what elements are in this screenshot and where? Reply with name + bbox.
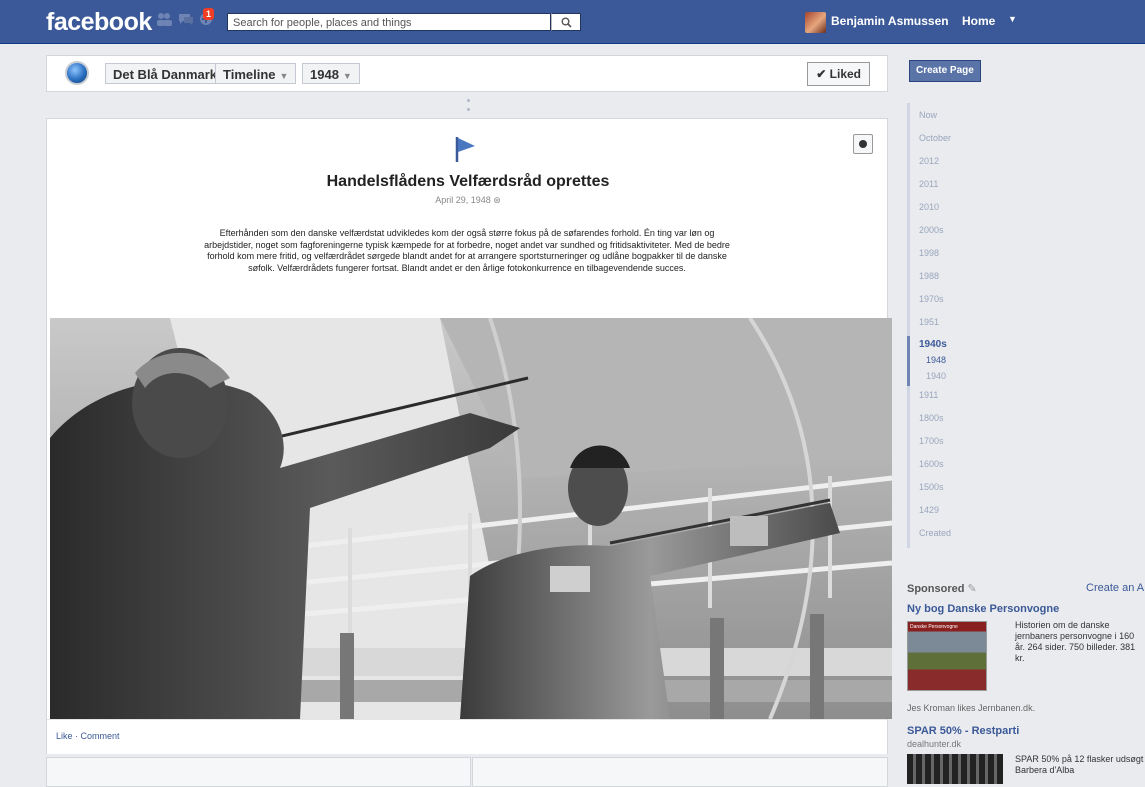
year-nav-item[interactable]: Created	[919, 528, 951, 538]
ad-domain: dealhunter.dk	[907, 739, 962, 749]
messages-icon[interactable]	[176, 12, 196, 30]
story-body: Efterhånden som den danske velfærdstat u…	[204, 228, 730, 273]
ad-image[interactable]: Danske Personvogne	[907, 621, 987, 691]
search-input[interactable]: Search for people, places and things	[227, 13, 551, 31]
create-page-button[interactable]: Create Page	[909, 60, 981, 82]
year-nav-item[interactable]: 1800s	[919, 413, 944, 423]
timeline-dropdown[interactable]: Timeline ▼	[215, 63, 297, 84]
user-name-link[interactable]: Benjamin Asmussen	[831, 14, 949, 28]
story-title: Handelsflådens Velfærdsråd oprettes	[326, 173, 610, 190]
friend-requests-icon[interactable]	[154, 12, 174, 30]
story-options-button[interactable]	[853, 134, 873, 154]
year-nav-item-active[interactable]: 1940s	[919, 339, 947, 350]
year-nav-subitem-current[interactable]: 1948	[926, 355, 946, 365]
search-icon	[561, 17, 572, 28]
chevron-down-icon: ▼	[342, 71, 352, 81]
facebook-logo[interactable]: facebook	[46, 8, 152, 37]
year-nav-item[interactable]: 1911	[919, 390, 938, 400]
chevron-down-icon: ▼	[279, 71, 289, 81]
user-avatar[interactable]	[805, 12, 826, 33]
account-menu-caret-icon[interactable]: ▼	[1008, 14, 1017, 24]
year-nav-item[interactable]: 1429	[919, 505, 939, 515]
home-link[interactable]: Home	[962, 14, 995, 28]
ad-title[interactable]: Ny bog Danske Personvogne	[907, 603, 1059, 615]
year-nav-item[interactable]: 1500s	[919, 482, 944, 492]
top-navigation-bar: facebook 1 Search for people, places and…	[0, 0, 1145, 44]
page-name-button[interactable]: Det Blå Danmark	[105, 63, 226, 84]
year-nav-item[interactable]: 2010	[919, 202, 939, 212]
timeline-spine-dot	[467, 108, 470, 111]
sponsored-heading: Sponsored ✎	[907, 582, 977, 595]
milestone-flag-icon	[455, 137, 475, 162]
year-nav-track	[907, 103, 910, 548]
year-nav-item[interactable]: 1998	[919, 248, 939, 258]
sponsored-label: Sponsored	[907, 583, 965, 595]
story-action-bar: Like · Comment	[47, 719, 887, 754]
year-nav-item[interactable]: 1600s	[919, 459, 944, 469]
like-comment-links[interactable]: Like · Comment	[56, 731, 120, 741]
ad-body: Historien om de danske jernbaners person…	[1015, 620, 1136, 663]
timeline-story: Handelsflådens Velfærdsråd oprettes Apri…	[46, 118, 892, 754]
year-dropdown[interactable]: 1948 ▼	[302, 63, 360, 84]
story-photo[interactable]	[50, 318, 892, 719]
year-nav-item[interactable]: 2000s	[919, 225, 944, 235]
story-date-label: April 29, 1948	[435, 195, 491, 205]
timeline-spine-dot	[467, 99, 470, 102]
page-name-label: Det Blå Danmark	[113, 67, 218, 82]
ad-body: SPAR 50% på 12 flasker udsøgt Barbera d'…	[1015, 754, 1144, 775]
year-nav-item[interactable]: 1951	[919, 317, 939, 327]
megaphone-icon: ✎	[967, 583, 977, 595]
ad-image[interactable]	[907, 754, 1003, 784]
page-header-bar: Det Blå Danmark Timeline ▼ 1948 ▼ ✔ Liked	[46, 55, 888, 92]
year-nav-item[interactable]: 1988	[919, 271, 939, 281]
ad-image-label: Danske Personvogne	[910, 624, 958, 630]
year-nav-item[interactable]: 1700s	[919, 436, 944, 446]
year-nav-item[interactable]: 2012	[919, 156, 939, 166]
year-nav-subitem[interactable]: 1940	[926, 371, 946, 381]
search-button[interactable]	[551, 13, 581, 31]
ad-social-context[interactable]: Jes Kroman likes Jernbanen.dk.	[907, 703, 1035, 713]
ad-title[interactable]: SPAR 50% - Restparti	[907, 725, 1019, 737]
create-ad-link[interactable]: Create an A	[1086, 582, 1144, 594]
liked-button[interactable]: ✔ Liked	[807, 62, 870, 86]
year-nav-active-marker	[907, 336, 910, 386]
year-label: 1948	[310, 67, 339, 82]
story-date[interactable]: April 29, 1948 ⊛	[47, 195, 889, 206]
year-nav-item[interactable]: 1970s	[919, 294, 944, 304]
year-nav-item[interactable]: October	[919, 133, 951, 143]
year-nav-item[interactable]: 2011	[919, 179, 938, 189]
globe-icon: ⊛	[493, 195, 501, 205]
timeline-label: Timeline	[223, 67, 276, 82]
notification-badge: 1	[203, 8, 215, 20]
page-profile-icon[interactable]	[65, 61, 89, 85]
year-nav-item[interactable]: Now	[919, 110, 937, 120]
